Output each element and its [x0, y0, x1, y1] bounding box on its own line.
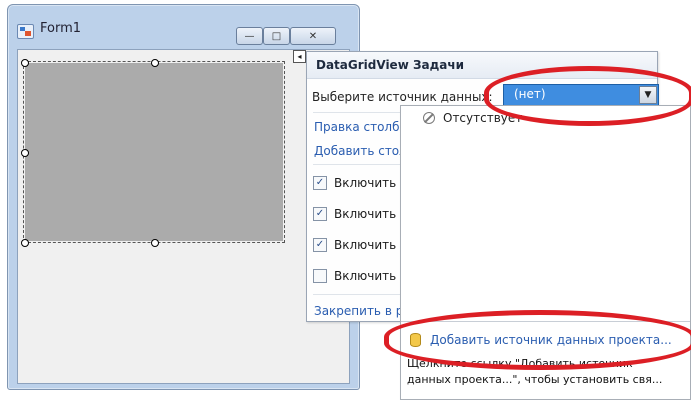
- maximize-button[interactable]: □: [263, 27, 290, 45]
- form-titlebar[interactable]: Form1 — □ ✕: [8, 5, 359, 49]
- checkbox-unchecked-icon[interactable]: [313, 269, 327, 283]
- checkbox-checked-icon[interactable]: ✓: [313, 238, 327, 252]
- no-entry-icon: [423, 112, 435, 124]
- close-icon: ✕: [308, 30, 318, 42]
- checkbox-checked-icon[interactable]: ✓: [313, 176, 327, 190]
- resize-handle-top-left[interactable]: [21, 59, 29, 67]
- minimize-icon: —: [244, 30, 255, 42]
- form-client-area: [17, 49, 350, 384]
- smart-tag-button[interactable]: ◂: [293, 50, 306, 63]
- maximize-icon: □: [271, 30, 282, 42]
- help-text-line: данных проекта...", чтобы установить свя…: [407, 373, 663, 386]
- resize-handle-top[interactable]: [151, 59, 159, 67]
- datasource-label: Выберите источник данных:: [312, 90, 493, 104]
- form-icon: [17, 24, 34, 39]
- resize-handle-bottom-left[interactable]: [21, 239, 29, 247]
- highlight-ring-datasource-select: [484, 66, 691, 126]
- resize-handle-left[interactable]: [21, 149, 29, 157]
- highlight-ring-add-datasource: [384, 310, 691, 370]
- resize-handle-bottom[interactable]: [151, 239, 159, 247]
- tasks-panel-title: DataGridView Задачи: [316, 58, 465, 72]
- close-button[interactable]: ✕: [290, 27, 336, 45]
- form-title: Form1: [40, 21, 82, 36]
- datagridview-control[interactable]: [23, 61, 285, 243]
- minimize-button[interactable]: —: [236, 27, 263, 45]
- checkbox-checked-icon[interactable]: ✓: [313, 207, 327, 221]
